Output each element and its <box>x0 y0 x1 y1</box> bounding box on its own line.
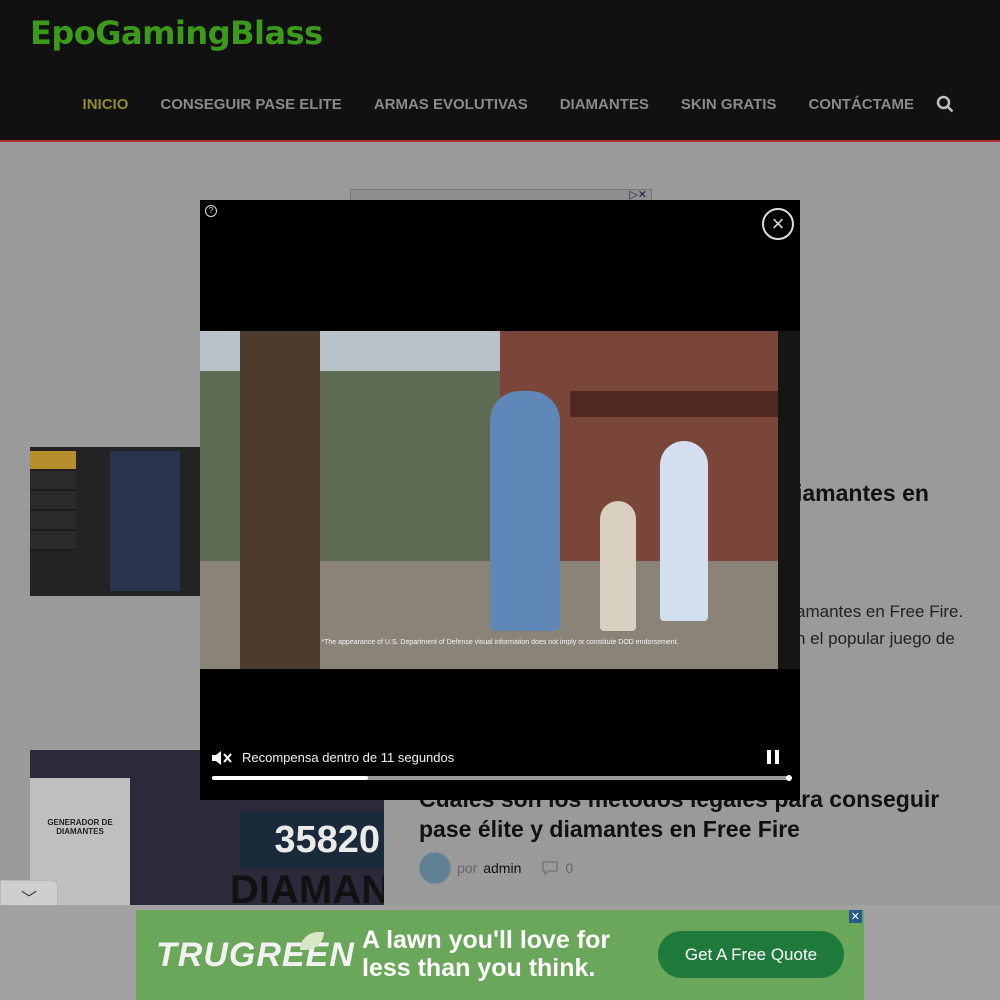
thumbnail-menu <box>30 451 76 551</box>
article-title-1[interactable]: iamantes en <box>796 480 929 507</box>
progress-end-marker <box>786 775 792 781</box>
article-thumbnail-1[interactable] <box>30 447 202 596</box>
ad-brand: TRUGREEN <box>156 936 355 974</box>
comment-icon[interactable] <box>541 860 559 876</box>
thumbnail-diamond-counter: 35820 <box>240 812 384 868</box>
nav-item-conseguir-pase-elite[interactable]: CONSEGUIR PASE ELITE <box>160 96 341 113</box>
video-controls: Recompensa dentro de 11 segundos <box>210 748 790 768</box>
help-icon[interactable]: ? <box>205 205 217 217</box>
site-header: EpoGamingBlass INICIO CONSEGUIR PASE ELI… <box>0 0 1000 142</box>
close-icon[interactable]: × <box>762 208 794 240</box>
video-ad-modal: ? × *The appearance of U.S. Department o… <box>200 200 800 800</box>
comment-count: 0 <box>565 860 574 876</box>
main-nav: INICIO CONSEGUIR PASE ELITE ARMAS EVOLUT… <box>83 96 914 113</box>
video-progress-fill <box>212 776 369 780</box>
ad-close-icon[interactable]: ✕ <box>848 910 862 923</box>
nav-item-inicio[interactable]: INICIO <box>83 96 129 113</box>
ad-tagline: A lawn you'll love for less than you thi… <box>362 926 610 982</box>
author-prefix: por <box>457 860 478 876</box>
video-progress-bar[interactable] <box>212 775 792 781</box>
ad-tagline-line2: less than you think. <box>362 954 596 982</box>
article-excerpt-1-line1: amantes en Free Fire. <box>796 602 964 621</box>
video-person <box>490 391 560 631</box>
bottom-ad[interactable]: TRUGREEN A lawn you'll love for less tha… <box>136 910 864 1000</box>
thumbnail-generator-title: GENERADOR DE DIAMANTES <box>47 818 113 836</box>
video-person-2 <box>660 441 708 621</box>
search-icon[interactable] <box>936 95 954 113</box>
nav-item-skin-gratis[interactable]: SKIN GRATIS <box>681 96 777 113</box>
ad-tagline-line1: A lawn you'll love for <box>362 926 611 954</box>
video-tree <box>240 331 320 669</box>
nav-item-contactame[interactable]: CONTÁCTAME <box>808 96 914 113</box>
video-disclaimer: *The appearance of U.S. Department of De… <box>321 639 679 646</box>
ad-cta-button[interactable]: Get A Free Quote <box>658 931 844 978</box>
video-frame[interactable]: *The appearance of U.S. Department of De… <box>200 331 800 669</box>
thumbnail-big-text: DIAMANT <box>230 868 384 905</box>
avatar[interactable] <box>419 852 451 884</box>
article-excerpt-1: amantes en Free Fire. n el popular juego… <box>796 598 970 652</box>
mute-icon[interactable] <box>210 748 232 768</box>
nav-item-armas-evolutivas[interactable]: ARMAS EVOLUTIVAS <box>374 96 528 113</box>
thumbnail-character <box>110 451 180 591</box>
site-logo[interactable]: EpoGamingBlass <box>30 14 323 52</box>
article-excerpt-1-line2: n el popular juego de <box>796 629 955 648</box>
reward-countdown: Recompensa dentro de 11 segundos <box>242 750 455 765</box>
pause-icon[interactable] <box>766 750 780 766</box>
author-link[interactable]: admin <box>483 860 521 876</box>
nav-item-diamantes[interactable]: DIAMANTES <box>560 96 649 113</box>
video-child <box>600 501 636 631</box>
article-meta-2: por admin 0 <box>419 852 573 884</box>
